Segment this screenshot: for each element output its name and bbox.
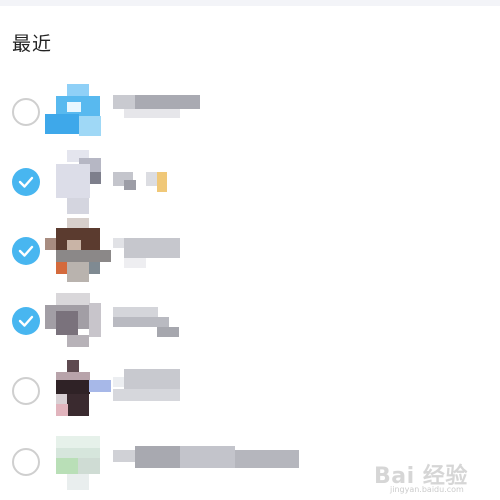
contact-row[interactable] — [0, 357, 500, 425]
avatar — [45, 430, 111, 496]
select-radio[interactable] — [12, 377, 40, 405]
contact-name-pixelated — [124, 180, 136, 190]
contact-name-pixelated — [124, 258, 146, 268]
contact-row[interactable] — [0, 216, 500, 284]
contact-row[interactable] — [0, 148, 500, 216]
contact-name-pixelated — [180, 446, 235, 468]
contact-name-pixelated — [113, 389, 180, 401]
contact-row[interactable] — [0, 287, 500, 355]
avatar — [45, 80, 111, 146]
contact-name-pixelated — [235, 450, 299, 468]
contact-name-pixelated — [157, 172, 167, 192]
select-radio-checked[interactable] — [12, 237, 40, 265]
checkmark-icon — [18, 245, 34, 257]
contact-row[interactable] — [0, 79, 500, 147]
checkmark-icon — [18, 315, 34, 327]
select-radio-checked[interactable] — [12, 168, 40, 196]
contact-name-pixelated — [146, 172, 157, 186]
contact-name-pixelated — [124, 109, 180, 118]
section-title-recent: 最近 — [12, 33, 53, 55]
contact-name-pixelated — [135, 446, 180, 468]
contact-name-pixelated — [113, 450, 135, 462]
checkmark-icon — [18, 176, 34, 188]
select-radio-checked[interactable] — [12, 307, 40, 335]
select-radio[interactable] — [12, 448, 40, 476]
contact-name-pixelated — [135, 95, 200, 109]
contact-row[interactable] — [0, 428, 500, 496]
avatar — [45, 218, 111, 284]
contact-name-pixelated — [124, 369, 180, 389]
contact-name-pixelated — [157, 327, 179, 337]
contact-name-pixelated — [113, 95, 135, 109]
contact-name-pixelated — [113, 307, 158, 317]
select-radio[interactable] — [12, 98, 40, 126]
avatar — [45, 289, 111, 355]
contact-name-pixelated — [113, 317, 169, 327]
top-bar — [0, 0, 500, 6]
contact-name-pixelated — [124, 238, 180, 258]
avatar — [45, 358, 111, 424]
avatar — [45, 150, 111, 216]
